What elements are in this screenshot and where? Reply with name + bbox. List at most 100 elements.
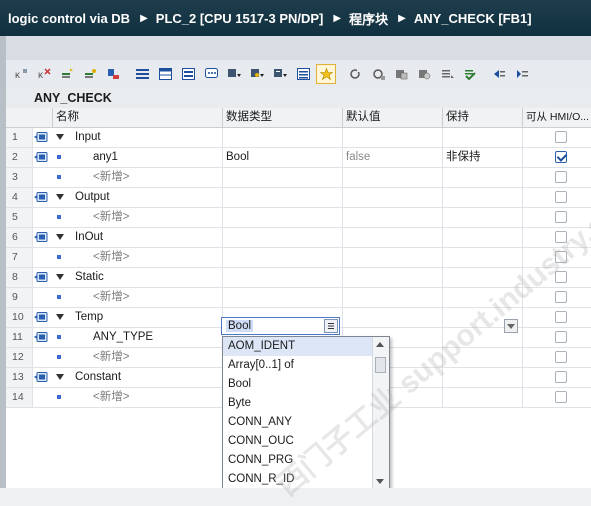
column-header-default[interactable]: 默认值 xyxy=(342,108,442,127)
list-view-icon xyxy=(135,69,149,79)
datatype-dropdown-list[interactable]: AOM_IDENT Array[0..1] of Bool Byte CONN_ANY C… xyxy=(222,336,390,490)
go-online-button[interactable] xyxy=(346,65,364,83)
row-number: 9 xyxy=(6,288,32,307)
comment-button[interactable] xyxy=(202,65,220,83)
hmi-accessible-checkbox[interactable] xyxy=(555,251,567,263)
add-new-member[interactable]: <新增> xyxy=(93,348,129,367)
datatype-option[interactable]: Bool xyxy=(223,375,373,394)
go-offline-button[interactable] xyxy=(369,65,387,83)
section-name[interactable]: Static xyxy=(75,268,104,287)
datatype-option[interactable]: CONN_R_ID xyxy=(223,470,373,489)
datatype-option[interactable]: CONN_OUC xyxy=(223,432,373,451)
collapse-triangle-icon[interactable] xyxy=(56,274,64,280)
copy-values-button[interactable] xyxy=(438,65,456,83)
datatype-option[interactable]: CONN_ANY xyxy=(223,413,373,432)
table-row[interactable]: 8 Static xyxy=(6,268,591,288)
section-name[interactable]: Temp xyxy=(75,308,103,327)
delete-row-button[interactable]: κ xyxy=(35,65,53,83)
dropdown-scrollbar[interactable] xyxy=(372,337,389,489)
hmi-accessible-checkbox[interactable] xyxy=(555,191,567,203)
download-button[interactable] xyxy=(392,65,410,83)
scroll-down-icon[interactable] xyxy=(376,479,384,484)
column-header-datatype[interactable]: 数据类型 xyxy=(222,108,342,127)
member-default-value[interactable]: false xyxy=(346,148,370,167)
scrollbar-thumb[interactable] xyxy=(375,357,386,373)
row-number: 13 xyxy=(6,368,32,387)
datatype-option[interactable]: AOM_IDENT xyxy=(223,337,373,356)
table-row[interactable]: 9 <新增> xyxy=(6,288,591,308)
section-name[interactable]: Output xyxy=(75,188,110,207)
table-row[interactable]: 3 <新增> xyxy=(6,168,591,188)
hmi-accessible-checkbox[interactable] xyxy=(555,171,567,183)
member-name[interactable]: ANY_TYPE xyxy=(93,328,153,347)
svg-text:κ: κ xyxy=(38,70,44,80)
breadcrumb-plc[interactable]: PLC_2 [CPU 1517-3 PN/DP] xyxy=(156,11,324,26)
section-name[interactable]: InOut xyxy=(75,228,103,247)
add-member-button[interactable] xyxy=(58,65,76,83)
instance-button[interactable] xyxy=(104,65,122,83)
view-block-button[interactable] xyxy=(179,65,197,83)
add-new-member[interactable]: <新增> xyxy=(93,208,129,227)
hmi-accessible-checkbox[interactable] xyxy=(555,131,567,143)
apply-values-button[interactable] xyxy=(461,65,479,83)
collapse-triangle-icon[interactable] xyxy=(56,134,64,140)
member-retain[interactable]: 非保持 xyxy=(446,148,481,167)
table-row[interactable]: 5 <新增> xyxy=(6,208,591,228)
breadcrumb-block[interactable]: ANY_CHECK [FB1] xyxy=(414,11,532,26)
datatype-picker-button[interactable] xyxy=(324,319,338,333)
section-name[interactable]: Constant xyxy=(75,368,121,387)
add-new-member[interactable]: <新增> xyxy=(93,168,129,187)
collapse-triangle-icon[interactable] xyxy=(56,314,64,320)
breadcrumb-program-blocks[interactable]: 程序块 xyxy=(349,9,388,28)
column-header-name[interactable]: 名称 xyxy=(52,108,222,127)
hmi-accessible-checkbox[interactable] xyxy=(555,371,567,383)
hmi-accessible-checkbox[interactable] xyxy=(555,291,567,303)
table-row[interactable]: 1 Input xyxy=(6,128,591,148)
section-name[interactable]: Input xyxy=(75,128,101,147)
table-row[interactable]: 2 any1 Bool false 非保持 xyxy=(6,148,591,168)
table-row[interactable]: 6 InOut xyxy=(6,228,591,248)
monitor-button[interactable] xyxy=(271,65,289,83)
member-name[interactable]: any1 xyxy=(93,148,118,167)
add-new-member[interactable]: <新增> xyxy=(93,288,129,307)
view-list-button[interactable] xyxy=(133,65,151,83)
collapse-triangle-icon[interactable] xyxy=(56,234,64,240)
column-header-retain[interactable]: 保持 xyxy=(442,108,522,127)
insert-row-button[interactable]: κ xyxy=(12,65,30,83)
hmi-accessible-checkbox[interactable] xyxy=(555,311,567,323)
collapse-triangle-icon[interactable] xyxy=(56,374,64,380)
table-row[interactable]: 7 <新增> xyxy=(6,248,591,268)
hmi-accessible-checkbox[interactable] xyxy=(555,271,567,283)
column-divider xyxy=(222,268,223,287)
breadcrumb-project[interactable]: logic control via DB xyxy=(8,11,130,26)
member-datatype[interactable]: Bool xyxy=(226,148,249,167)
column-divider xyxy=(522,168,523,187)
hmi-accessible-checkbox[interactable] xyxy=(555,211,567,223)
hmi-accessible-checkbox[interactable] xyxy=(555,231,567,243)
update-interface-button[interactable] xyxy=(81,65,99,83)
move-right-button[interactable] xyxy=(513,65,531,83)
move-left-button[interactable] xyxy=(490,65,508,83)
hmi-accessible-checkbox[interactable] xyxy=(555,331,567,343)
retain-dropdown-button[interactable] xyxy=(504,319,518,333)
snapshot-button[interactable] xyxy=(415,65,433,83)
scroll-up-icon[interactable] xyxy=(376,342,384,347)
structure-button[interactable] xyxy=(294,65,312,83)
datatype-edit-input[interactable]: Bool xyxy=(221,317,340,335)
table-row[interactable]: 4 Output xyxy=(6,188,591,208)
import-button[interactable] xyxy=(248,65,266,83)
hmi-accessible-checkbox[interactable] xyxy=(555,391,567,403)
datatype-option[interactable]: Byte xyxy=(223,394,373,413)
hmi-accessible-checkbox[interactable] xyxy=(555,351,567,363)
export-button[interactable] xyxy=(225,65,243,83)
hmi-accessible-checkbox[interactable] xyxy=(555,151,567,163)
column-divider xyxy=(522,288,523,307)
add-new-member[interactable]: <新增> xyxy=(93,388,129,407)
collapse-triangle-icon[interactable] xyxy=(56,194,64,200)
column-header-hmi[interactable]: 可从 HMI/O... xyxy=(522,108,591,127)
datatype-option[interactable]: Array[0..1] of xyxy=(223,356,373,375)
view-table-button[interactable] xyxy=(156,65,174,83)
add-new-member[interactable]: <新增> xyxy=(93,248,129,267)
datatype-option[interactable]: CONN_PRG xyxy=(223,451,373,470)
favorites-button[interactable] xyxy=(316,64,336,84)
